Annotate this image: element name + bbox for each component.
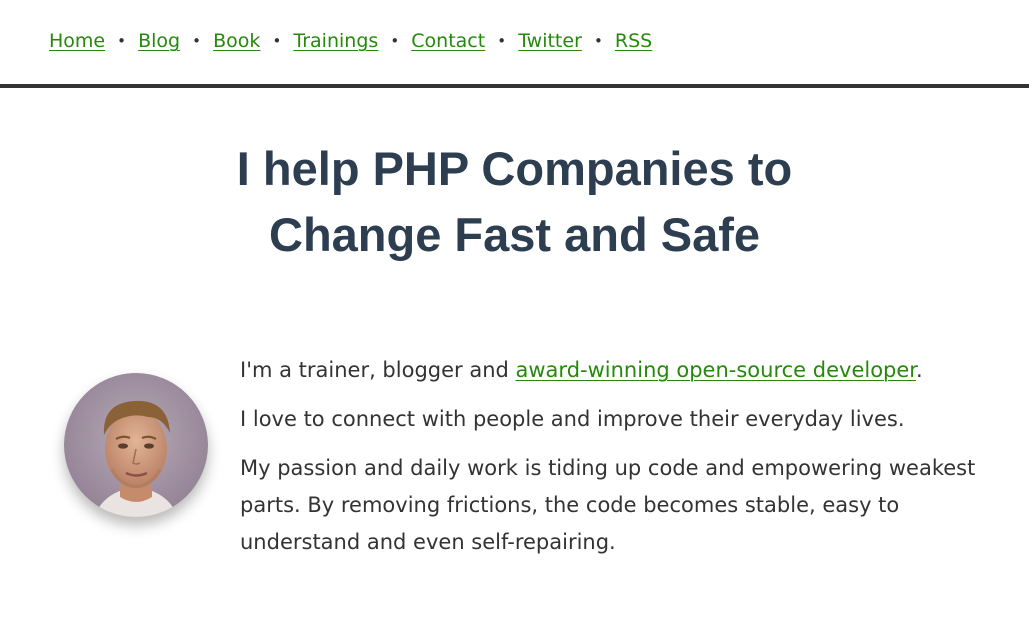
top-navigation: Home • Blog • Book • Trainings • Contact… (0, 0, 1029, 88)
profile-photo-icon (64, 373, 208, 517)
bio-paragraph-3: My passion and daily work is tiding up c… (240, 456, 976, 554)
nav-link-blog[interactable]: Blog (138, 28, 180, 54)
bio-intro-suffix: . (916, 358, 923, 382)
bio-intro-text: I'm a trainer, blogger and (240, 358, 516, 382)
nav-link-rss[interactable]: RSS (615, 28, 652, 54)
bio-section: I'm a trainer, blogger and award-winning… (240, 352, 980, 573)
hero-title-line2: Change Fast and Safe (269, 208, 760, 261)
avatar (64, 373, 208, 517)
nav-separator: • (390, 32, 400, 50)
nav-link-trainings[interactable]: Trainings (293, 28, 378, 54)
nav-link-twitter[interactable]: Twitter (518, 28, 582, 54)
nav-link-home[interactable]: Home (49, 28, 105, 54)
hero-title: I help PHP Companies to Change Fast and … (0, 136, 1029, 268)
nav-separator: • (593, 32, 603, 50)
nav-separator: • (117, 32, 127, 50)
nav-separator: • (272, 32, 282, 50)
nav-link-contact[interactable]: Contact (411, 28, 485, 54)
nav-list: Home • Blog • Book • Trainings • Contact… (49, 28, 652, 54)
hero-title-line1: I help PHP Companies to (236, 142, 793, 195)
bio-paragraph-1: I'm a trainer, blogger and award-winning… (240, 352, 980, 389)
nav-separator: • (497, 32, 507, 50)
bio-paragraph-2: I love to connect with people and improv… (240, 407, 905, 431)
award-link[interactable]: award-winning open-source developer (516, 358, 917, 382)
nav-link-book[interactable]: Book (213, 28, 260, 54)
nav-separator: • (192, 32, 202, 50)
